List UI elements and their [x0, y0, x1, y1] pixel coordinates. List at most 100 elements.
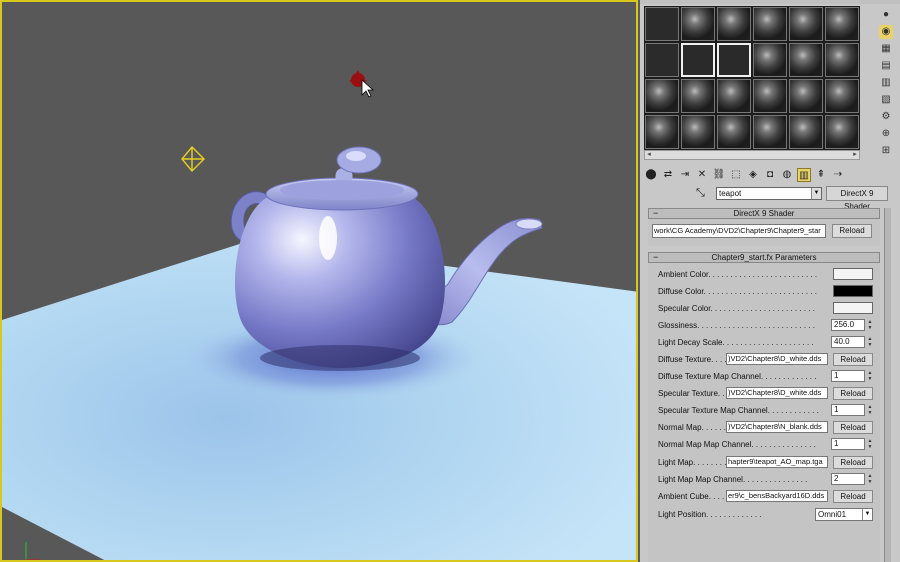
sample-slot[interactable]	[717, 115, 751, 149]
diffuse-texture-file[interactable]: )VD2\Chapter8\D_white.dds	[726, 353, 828, 365]
collapse-icon[interactable]: −	[653, 253, 658, 262]
lightmap-channel-spinner[interactable]: 2	[831, 473, 865, 485]
param-ambient-cube: Ambient Cube. . . . . . er9\c_bensBackya…	[648, 490, 880, 504]
material-name-field[interactable]: teapot ▼	[716, 187, 822, 200]
spinner-arrows-icon[interactable]: ▲ ▼	[866, 319, 874, 331]
light-position-value: Omni01	[818, 510, 847, 519]
sample-slot-active[interactable]	[717, 43, 751, 77]
material-navigator-icon[interactable]: ⊞	[879, 144, 893, 158]
spinner-arrows-icon[interactable]: ▲ ▼	[866, 336, 874, 348]
light-position-dropdown[interactable]: Omni01 ▼	[815, 508, 873, 521]
light-map-file[interactable]: hapter9\teapot_AO_map.tga	[726, 456, 828, 468]
put-to-scene-icon[interactable]: ⇄	[661, 168, 675, 182]
spinner-arrows-icon[interactable]: ▲ ▼	[866, 438, 874, 450]
axis-tripod	[24, 542, 40, 560]
backlight-icon[interactable]: ◉	[879, 25, 893, 39]
sample-slot[interactable]	[789, 7, 823, 41]
show-map-icon[interactable]: ◘	[763, 168, 777, 182]
rollout-header[interactable]: − DirectX 9 Shader	[648, 208, 880, 219]
reset-map-icon[interactable]: ✕	[695, 168, 709, 182]
sample-slot[interactable]	[681, 115, 715, 149]
sample-slot[interactable]	[681, 7, 715, 41]
slots-horizontal-scrollbar[interactable]: ◂ ▸	[644, 150, 860, 160]
diffuse-channel-spinner[interactable]: 1	[831, 370, 865, 382]
specular-color-swatch[interactable]	[833, 302, 873, 314]
material-editor-toolbar: ⬤ ⇄ ⇥ ✕ ⛓ ⬚ ◈ ◘ ◍ ▥ ⇞ ⇢	[644, 166, 896, 184]
collapse-icon[interactable]: −	[653, 209, 658, 218]
shader-path-field[interactable]: work\CG Academy\DVD2\Chapter9\Chapter9_s…	[652, 224, 826, 238]
param-light-position: Light Position. . . . . . . . . . . . . …	[648, 508, 880, 522]
options-icon[interactable]: ⚙	[879, 110, 893, 124]
diffuse-color-swatch[interactable]	[833, 285, 873, 297]
reload-normal-button[interactable]: Reload	[833, 421, 873, 434]
show-hardware-map-icon[interactable]: ▥	[797, 168, 811, 182]
go-to-parent-icon[interactable]: ⇞	[814, 168, 828, 182]
scroll-right-icon[interactable]: ▸	[851, 151, 859, 159]
make-unique-icon[interactable]: ⛓	[712, 168, 726, 182]
put-to-library-icon[interactable]: ⬚	[729, 168, 743, 182]
background-checker-icon[interactable]: ▦	[879, 42, 893, 56]
reload-shader-button[interactable]: Reload	[832, 224, 872, 238]
specular-channel-spinner[interactable]: 1	[831, 404, 865, 416]
normal-channel-spinner[interactable]: 1	[831, 438, 865, 450]
sample-slot[interactable]	[717, 7, 751, 41]
ambient-color-swatch[interactable]	[833, 268, 873, 280]
make-preview-icon[interactable]: ▧	[879, 93, 893, 107]
rollout-header[interactable]: − Chapter9_start.fx Parameters	[648, 252, 880, 263]
normal-map-file[interactable]: )VD2\Chapter8\N_blank.dds	[726, 421, 828, 433]
pick-material-icon[interactable]: ⤡	[696, 187, 710, 199]
sample-slot[interactable]	[717, 79, 751, 113]
assign-to-selection-icon[interactable]: ⇥	[678, 168, 692, 182]
ambient-cube-file[interactable]: er9\c_bensBackyard16D.dds	[726, 490, 828, 502]
reload-lightmap-button[interactable]: Reload	[833, 456, 873, 469]
sample-slot[interactable]	[753, 43, 787, 77]
glossiness-spinner[interactable]: 256.0	[831, 319, 865, 331]
chevron-down-icon[interactable]: ▼	[862, 509, 872, 520]
sample-slot[interactable]	[825, 79, 859, 113]
specular-texture-file[interactable]: )VD2\Chapter8\D_white.dds	[726, 387, 828, 399]
sample-slot[interactable]	[645, 79, 679, 113]
rollout-title: Chapter9_start.fx Parameters	[711, 253, 817, 262]
perspective-viewport[interactable]	[0, 0, 638, 562]
get-material-icon[interactable]: ⬤	[644, 168, 658, 182]
chevron-down-icon[interactable]: ▼	[811, 188, 821, 199]
material-type-button[interactable]: DirectX 9 Shader	[826, 186, 888, 211]
material-editor-panel: ◂ ▸ ● ◉ ▦ ▤ ▥ ▧ ⚙ ⊕ ⊞ ⬤ ⇄ ⇥ ✕ ⛓ ⬚ ◈ ◘ ◍ …	[640, 0, 900, 562]
sample-slot[interactable]	[825, 7, 859, 41]
sample-slot[interactable]	[825, 43, 859, 77]
video-color-check-icon[interactable]: ▥	[879, 76, 893, 90]
reload-cube-button[interactable]: Reload	[833, 490, 873, 503]
sample-slot[interactable]	[753, 7, 787, 41]
sample-uv-tiling-icon[interactable]: ▤	[879, 59, 893, 73]
sample-slot-teapot[interactable]	[681, 43, 715, 77]
sample-slot[interactable]	[753, 79, 787, 113]
sample-slot[interactable]	[753, 115, 787, 149]
select-by-material-icon[interactable]: ⊕	[879, 127, 893, 141]
reload-diffuse-button[interactable]: Reload	[833, 353, 873, 366]
light-decay-spinner[interactable]: 40.0	[831, 336, 865, 348]
viewport-scene	[2, 70, 636, 560]
param-label: Specular Texture Map Channel. . . . . . …	[658, 406, 819, 415]
sample-slot[interactable]	[645, 7, 679, 41]
sample-slot[interactable]	[645, 43, 679, 77]
spinner-arrows-icon[interactable]: ▲ ▼	[866, 473, 874, 485]
sample-slot[interactable]	[789, 79, 823, 113]
param-normal-map: Normal Map. . . . . . . . )VD2\Chapter8\…	[648, 421, 880, 435]
sample-slot[interactable]	[789, 115, 823, 149]
scroll-left-icon[interactable]: ◂	[645, 151, 653, 159]
material-effects-channel-icon[interactable]: ◈	[746, 168, 760, 182]
sample-slot[interactable]	[681, 79, 715, 113]
go-forward-icon[interactable]: ⇢	[831, 168, 845, 182]
param-label: Light Position. . . . . . . . . . . . .	[658, 510, 762, 519]
sample-type-icon[interactable]: ●	[879, 8, 893, 22]
directx-shader-rollout: − DirectX 9 Shader work\CG Academy\DVD2\…	[648, 208, 880, 246]
sample-slot[interactable]	[825, 115, 859, 149]
reload-specular-button[interactable]: Reload	[833, 387, 873, 400]
sample-slot[interactable]	[789, 43, 823, 77]
param-label: Light Decay Scale. . . . . . . . . . . .…	[658, 338, 814, 347]
spinner-arrows-icon[interactable]: ▲ ▼	[866, 404, 874, 416]
show-end-result-icon[interactable]: ◍	[780, 168, 794, 182]
rollout-vertical-scrollbar[interactable]	[884, 208, 891, 562]
spinner-arrows-icon[interactable]: ▲ ▼	[866, 370, 874, 382]
sample-slot[interactable]	[645, 115, 679, 149]
